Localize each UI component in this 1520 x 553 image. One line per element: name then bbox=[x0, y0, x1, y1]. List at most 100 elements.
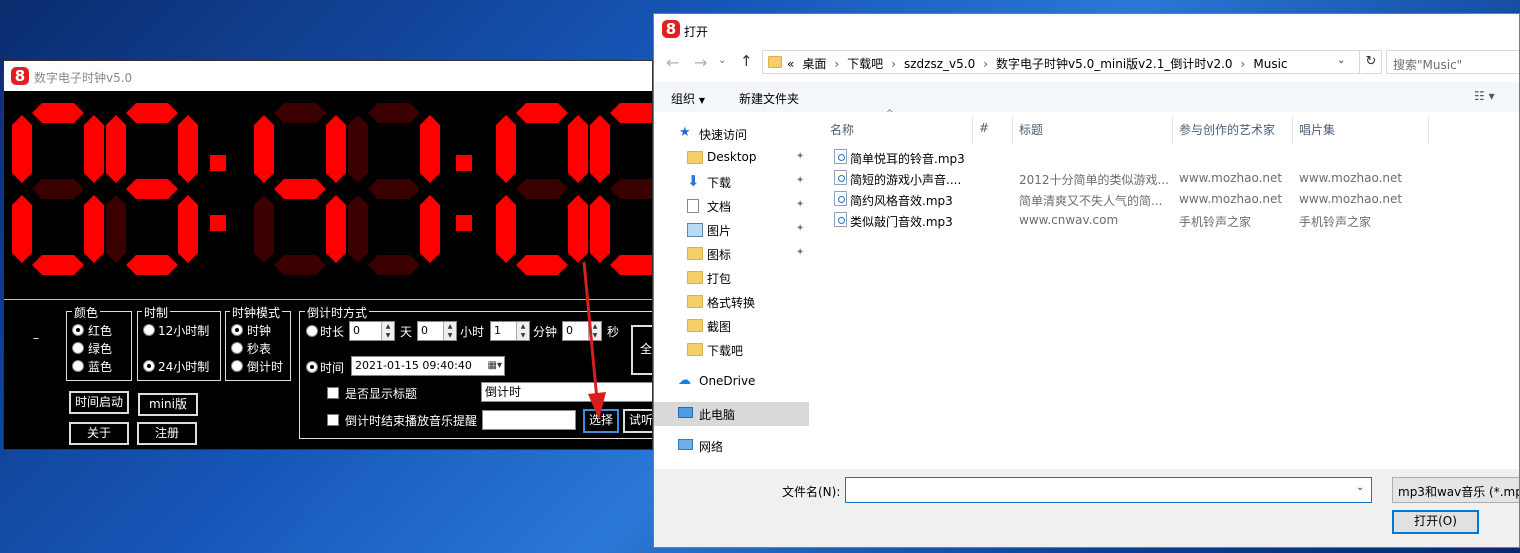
breadcrumb-chevron-icon[interactable]: › bbox=[891, 57, 896, 71]
refresh-icon[interactable]: ↻ bbox=[1361, 50, 1382, 74]
music-reminder-label: 倒计时结束播放音乐提醒 bbox=[345, 414, 478, 428]
mini-version-button[interactable]: mini版 bbox=[138, 393, 198, 416]
color-red-radio[interactable] bbox=[72, 324, 84, 336]
pin-icon[interactable]: ✦ bbox=[796, 151, 804, 162]
nav-item-label: 下载 bbox=[707, 176, 732, 190]
mode-stopwatch-radio[interactable] bbox=[231, 342, 243, 354]
file-row[interactable]: 简单悦耳的铃音.mp3 bbox=[824, 146, 1514, 167]
hour-spinner[interactable]: 0 ▲ ▼ bbox=[417, 321, 457, 341]
nav-item[interactable]: Desktop ✦ bbox=[654, 146, 809, 170]
filename-input[interactable]: ⌄ bbox=[845, 477, 1372, 503]
color-blue-radio[interactable] bbox=[72, 360, 84, 372]
fullscreen-button[interactable]: 全 bbox=[631, 325, 652, 375]
file-row[interactable]: 类似敲门音效.mp3 www.cnwav.com 手机铃声之家 手机铃声之家 bbox=[824, 209, 1514, 230]
search-box[interactable]: 搜索"Music" bbox=[1386, 50, 1519, 74]
filetype-select[interactable]: mp3和wav音乐 (*.mp3 bbox=[1392, 477, 1519, 503]
day-spin-arrows-icon[interactable]: ▲ ▼ bbox=[381, 322, 394, 340]
app-logo-icon: 8 bbox=[11, 67, 29, 85]
pin-icon[interactable]: ✦ bbox=[796, 223, 804, 234]
address-bar[interactable]: « 桌面 › 下载吧 › szdzsz_v5.0 › 数字电子时钟v5.0_mini版v2.1… bbox=[762, 50, 1360, 74]
col-divider bbox=[1012, 117, 1013, 143]
register-button[interactable]: 注册 bbox=[137, 422, 197, 445]
breadcrumb-item[interactable]: 桌面 bbox=[802, 57, 826, 71]
nav-item[interactable]: 截图 bbox=[654, 314, 809, 338]
digit-segment bbox=[368, 255, 420, 275]
digit-segment bbox=[590, 195, 610, 263]
minute-spinner[interactable]: 1 ▲ ▼ bbox=[490, 321, 530, 341]
back-arrow-icon[interactable]: ← bbox=[666, 53, 679, 72]
pin-icon[interactable]: ✦ bbox=[796, 199, 804, 210]
address-dropdown-icon[interactable]: ⌄ bbox=[1337, 55, 1345, 66]
datetime-value: 2021-01-15 09:40:40 bbox=[355, 359, 472, 372]
time-radio[interactable] bbox=[306, 361, 318, 373]
digit-minute-ones bbox=[348, 103, 440, 275]
preview-music-button[interactable]: 试听 bbox=[623, 409, 652, 433]
pin-icon[interactable]: ✦ bbox=[796, 247, 804, 258]
24h-radio[interactable] bbox=[143, 360, 155, 372]
day-spinner[interactable]: 0 ▲ ▼ bbox=[349, 321, 395, 341]
breadcrumb-item[interactable]: szdzsz_v5.0 bbox=[904, 57, 975, 71]
nav-onedrive[interactable]: ☁ OneDrive bbox=[654, 370, 809, 394]
col-title[interactable]: 标题 bbox=[1019, 121, 1043, 138]
breadcrumb-item[interactable]: 下载吧 bbox=[847, 57, 883, 71]
new-folder-button[interactable]: 新建文件夹 bbox=[739, 90, 799, 107]
digit-segment bbox=[610, 255, 652, 275]
col-album[interactable]: 唱片集 bbox=[1299, 121, 1335, 138]
start-time-button[interactable]: 时间启动 bbox=[69, 391, 129, 414]
mode-countdown-radio[interactable] bbox=[231, 360, 243, 372]
digit-second-tens bbox=[496, 103, 588, 275]
view-options-icon[interactable]: ☷ ▾ bbox=[1474, 89, 1495, 103]
breadcrumb-chevron-icon[interactable]: › bbox=[834, 57, 839, 71]
nav-item[interactable]: 下载吧 bbox=[654, 338, 809, 362]
breadcrumb-overflow[interactable]: « bbox=[787, 57, 794, 71]
hour-spin-arrows-icon[interactable]: ▲ ▼ bbox=[443, 322, 456, 340]
colon-2-dot bbox=[456, 155, 472, 171]
breadcrumb-item[interactable]: 数字电子时钟v5.0_mini版v2.1_倒计时v2.0 bbox=[996, 57, 1233, 71]
digit-segment bbox=[568, 195, 588, 263]
organize-button[interactable]: 组织 ▼ bbox=[671, 90, 705, 107]
music-path-input[interactable] bbox=[482, 410, 576, 430]
nav-item[interactable]: 格式转换 bbox=[654, 290, 809, 314]
title-input[interactable]: 倒计时 bbox=[481, 382, 652, 402]
nav-item[interactable]: 图标 ✦ bbox=[654, 242, 809, 266]
nav-item[interactable]: ⬇ 下载 ✦ bbox=[654, 170, 809, 194]
col-name[interactable]: 名称 bbox=[830, 121, 854, 138]
breadcrumb-chevron-icon[interactable]: › bbox=[983, 57, 988, 71]
nav-item-label: 打包 bbox=[707, 272, 732, 286]
color-green-radio[interactable] bbox=[72, 342, 84, 354]
file-row[interactable]: 简短的游戏小声音.... 2012十分简单的类似游戏... www.mozhao.n… bbox=[824, 167, 1514, 188]
show-title-checkbox[interactable] bbox=[327, 387, 339, 399]
clock-window: 8 数字电子时钟v5.0 – 颜色 红色 绿色 蓝色 时制 12小时制 24小时… bbox=[3, 60, 653, 450]
nav-network[interactable]: 网络 bbox=[654, 434, 809, 458]
recent-dropdown-icon[interactable]: ⌄ bbox=[718, 55, 726, 66]
datetime-picker[interactable]: 2021-01-15 09:40:40 ▦▾ bbox=[351, 356, 505, 376]
breadcrumb-item[interactable]: Music bbox=[1253, 57, 1287, 71]
nav-item[interactable]: 文档 ✦ bbox=[654, 194, 809, 218]
12h-radio[interactable] bbox=[143, 324, 155, 336]
duration-radio[interactable] bbox=[306, 325, 318, 337]
nav-quick-access[interactable]: ★ 快速访问 bbox=[654, 122, 809, 146]
digit-segment bbox=[496, 195, 516, 263]
nav-item[interactable]: 图片 ✦ bbox=[654, 218, 809, 242]
col-number[interactable]: # bbox=[979, 121, 989, 135]
digit-segment bbox=[516, 103, 568, 123]
mode-clock-radio[interactable] bbox=[231, 324, 243, 336]
forward-arrow-icon[interactable]: → bbox=[694, 53, 707, 72]
hour-unit: 小时 bbox=[460, 325, 485, 339]
pin-icon[interactable]: ✦ bbox=[796, 175, 804, 186]
nav-this-pc[interactable]: 此电脑 bbox=[654, 402, 809, 426]
file-row[interactable]: 简约风格音效.mp3 简单清爽又不失人气的简... www.mozhao.net ww… bbox=[824, 188, 1514, 209]
digit-segment bbox=[348, 195, 368, 263]
minute-value: 1 bbox=[494, 324, 501, 337]
about-button[interactable]: 关于 bbox=[69, 422, 129, 445]
nav-item[interactable]: 打包 bbox=[654, 266, 809, 290]
filename-dropdown-icon[interactable]: ⌄ bbox=[1356, 482, 1364, 493]
open-button[interactable]: 打开(O) bbox=[1392, 510, 1479, 534]
breadcrumb-chevron-icon[interactable]: › bbox=[1241, 57, 1246, 71]
calendar-dropdown-icon[interactable]: ▦▾ bbox=[488, 357, 502, 375]
col-artist[interactable]: 参与创作的艺术家 bbox=[1179, 121, 1275, 138]
minute-spin-arrows-icon[interactable]: ▲ ▼ bbox=[516, 322, 529, 340]
up-arrow-icon[interactable]: ↑ bbox=[740, 52, 753, 70]
music-reminder-checkbox[interactable] bbox=[327, 414, 339, 426]
mode-stopwatch-label: 秒表 bbox=[247, 342, 272, 356]
